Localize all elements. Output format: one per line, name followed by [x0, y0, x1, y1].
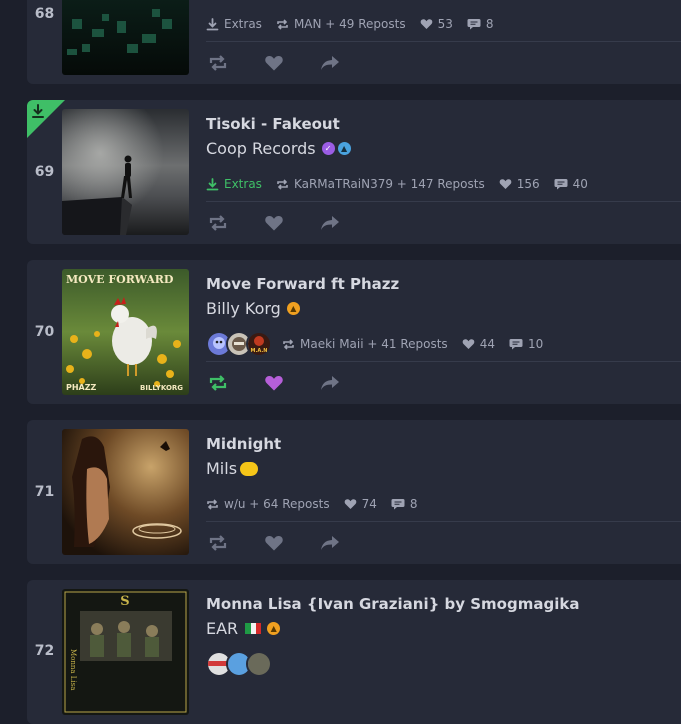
repost-icon [206, 498, 219, 510]
divider [206, 521, 681, 522]
like-button[interactable] [262, 53, 286, 73]
verified-icon: ✓ [321, 142, 335, 155]
cover-text: BILLYKORG [140, 384, 183, 392]
comments-count: 8 [391, 497, 418, 511]
repost-button[interactable] [206, 53, 230, 73]
track-artist[interactable]: Mils [206, 459, 259, 478]
track-artist[interactable]: Coop Records ✓ ▲ [206, 139, 351, 158]
track-title[interactable]: Move Forward ft Phazz [206, 275, 399, 293]
track-actions [206, 53, 342, 73]
track-rank: 68 [34, 6, 55, 22]
comment-icon [554, 178, 568, 190]
track-cover[interactable] [62, 429, 189, 555]
track-cover[interactable]: MOVE FORWARD PHAZZ BILLYKORG [62, 269, 189, 395]
extras-link[interactable]: Extras [206, 17, 262, 31]
download-icon [206, 177, 219, 191]
track-artist[interactable]: Billy Korg ▲ [206, 299, 300, 318]
heart-icon [420, 18, 433, 30]
track-rank: 69 [34, 164, 55, 180]
track-row-69: 69 Tisoki - Fakeout Coop Records ✓ ▲ Ext… [27, 100, 681, 244]
share-button[interactable] [318, 533, 342, 553]
track-title[interactable]: Midnight [206, 435, 281, 453]
like-button[interactable] [262, 533, 286, 553]
track-row-71: 71 Midnight Mils w/u + 64 Reposts 74 8 [27, 420, 681, 564]
track-cover[interactable] [62, 0, 189, 75]
download-icon [206, 17, 219, 31]
likes-count: 74 [344, 497, 377, 511]
track-rank: 70 [34, 324, 55, 340]
track-title[interactable]: Monna Lisa {Ivan Graziani} by Smogmagika [206, 595, 579, 613]
reposts-info[interactable]: w/u + 64 Reposts [206, 497, 330, 511]
avatar: M.A.N [246, 331, 272, 357]
comment-icon [467, 18, 481, 30]
share-button[interactable] [318, 213, 342, 233]
track-stats: w/u + 64 Reposts 74 8 [206, 495, 418, 513]
cover-text: PHAZZ [66, 383, 97, 392]
heart-icon [344, 498, 357, 510]
track-rank: 72 [34, 643, 55, 659]
track-cover[interactable]: S Monna Lisa [62, 589, 189, 715]
svg-text:S: S [120, 594, 129, 609]
cover-text: Monna Lisa [69, 649, 77, 690]
track-actions [206, 373, 342, 393]
artist-badge-icon: ▲ [267, 622, 281, 635]
track-title[interactable]: Tisoki - Fakeout [206, 115, 340, 133]
track-actions [206, 213, 342, 233]
artist-badge-icon: ▲ [286, 302, 300, 315]
track-actions [206, 533, 342, 553]
reposts-info[interactable]: Maeki Maii + 41 Reposts [282, 337, 448, 351]
comment-icon [391, 498, 405, 510]
like-button[interactable] [262, 213, 286, 233]
reposter-avatars[interactable]: M.A.N [206, 331, 272, 357]
heart-icon [462, 338, 475, 350]
avatar [246, 651, 272, 677]
likes-count: 156 [499, 177, 540, 191]
track-row-72: 72 S Monna Lisa Monna Lisa {Ivan Grazian… [27, 580, 681, 724]
share-button[interactable] [318, 53, 342, 73]
repost-icon [282, 338, 295, 350]
italy-flag-icon [245, 623, 262, 634]
repost-icon [276, 178, 289, 190]
track-row-68: 68 Extras MAN + 49 Reposts 53 8 [27, 0, 681, 84]
track-stats: Extras MAN + 49 Reposts 53 8 [206, 15, 494, 33]
cover-text: MOVE FORWARD [66, 273, 174, 286]
repost-button[interactable] [206, 533, 230, 553]
track-cover[interactable] [62, 109, 189, 235]
avatar-tag: M.A.N [251, 348, 268, 354]
divider [206, 41, 681, 42]
artist-badge-icon: ▲ [337, 142, 351, 155]
track-row-70: 70 MOVE FORWARD PHAZZ BILLYKORG Move For… [27, 260, 681, 404]
divider [206, 361, 681, 362]
reposts-info[interactable]: MAN + 49 Reposts [276, 17, 406, 31]
like-button-active[interactable] [262, 373, 286, 393]
comments-count: 40 [554, 177, 588, 191]
track-stats: Extras KaRMaTRaiN379 + 147 Reposts 156 4… [206, 175, 588, 193]
track-rank: 71 [34, 484, 55, 500]
heart-icon [499, 178, 512, 190]
repost-icon [276, 18, 289, 30]
track-stats: M.A.N Maeki Maii + 41 Reposts 44 10 [206, 331, 543, 357]
track-stats [206, 651, 310, 677]
repost-button[interactable] [206, 213, 230, 233]
comment-icon [509, 338, 523, 350]
comments-count: 10 [509, 337, 543, 351]
extras-link[interactable]: Extras [206, 177, 262, 191]
repost-button-active[interactable] [206, 373, 230, 393]
divider [206, 201, 681, 202]
likes-count: 53 [420, 17, 453, 31]
share-button[interactable] [318, 373, 342, 393]
comments-count: 8 [467, 17, 494, 31]
likes-count: 44 [462, 337, 495, 351]
reposts-info[interactable]: KaRMaTRaiN379 + 147 Reposts [276, 177, 485, 191]
yellow-heart-icon [240, 461, 259, 476]
track-artist[interactable]: EAR ▲ [206, 619, 281, 638]
reposter-avatars[interactable] [206, 651, 272, 677]
